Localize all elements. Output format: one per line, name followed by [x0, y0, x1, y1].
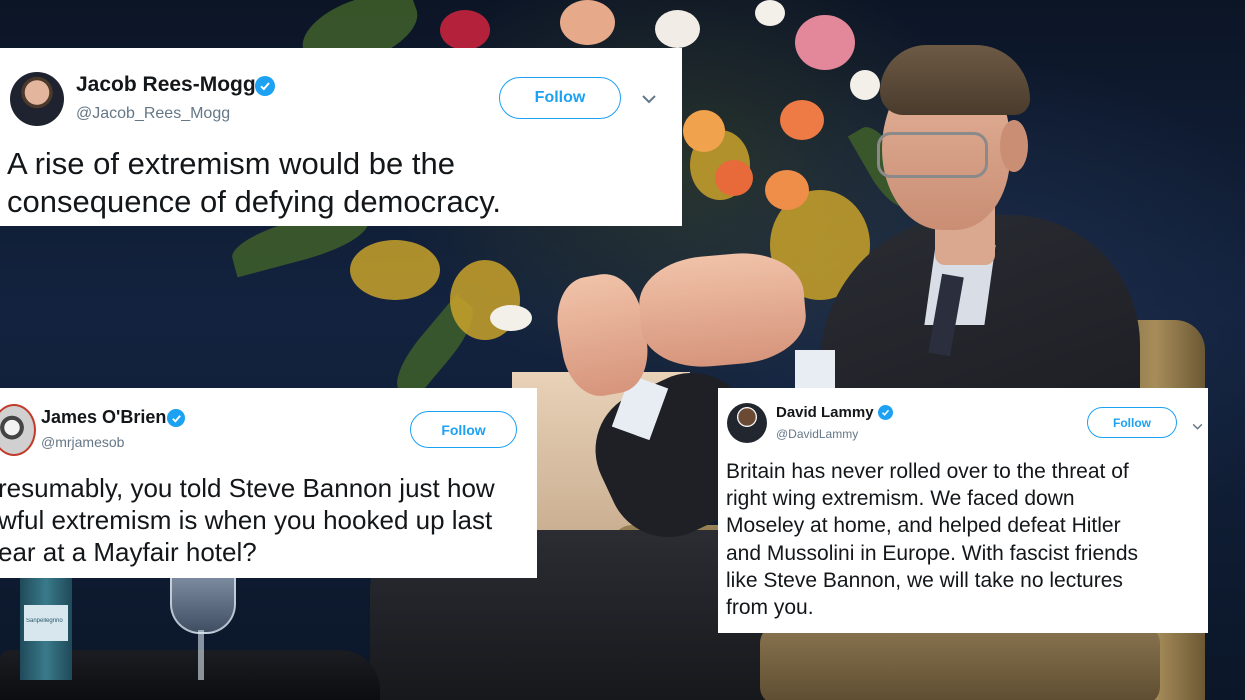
- tweet-author-name[interactable]: James O'Brien: [41, 407, 166, 428]
- tweet-text-line: like Steve Bannon, we will take no lectu…: [726, 569, 1123, 592]
- tweet-card-obrien: James O'Brien @mrjamesob Follow resumabl…: [0, 388, 537, 578]
- tweet-text-line: and Mussolini in Europe. With fascist fr…: [726, 542, 1139, 565]
- tweet-overlays: Jacob Rees-Mogg @Jacob_Rees_Mogg Follow …: [0, 0, 1245, 700]
- avatar[interactable]: [727, 403, 767, 443]
- chevron-down-icon[interactable]: [1191, 418, 1204, 436]
- follow-button[interactable]: Follow: [1087, 407, 1177, 438]
- avatar[interactable]: [10, 72, 64, 126]
- tweet-text-line: A rise of extremism would be the: [7, 146, 455, 181]
- verified-badge-icon: [255, 76, 275, 96]
- tweet-text-line: resumably, you told Steve Bannon just ho…: [0, 473, 495, 503]
- tweet-text-line: from you.: [726, 596, 814, 619]
- follow-button[interactable]: Follow: [499, 77, 621, 119]
- chevron-down-icon[interactable]: [640, 92, 658, 110]
- tweet-author-handle[interactable]: @DavidLammy: [776, 427, 858, 441]
- tweet-author-name[interactable]: David Lammy: [776, 404, 874, 421]
- verified-badge-icon: [878, 405, 893, 420]
- tweet-text-line: Moseley at home, and helped defeat Hitle…: [726, 514, 1121, 537]
- bottle-label-text: Sanpellegrino: [26, 618, 63, 624]
- tweet-text-line: consequence of defying democracy.: [7, 184, 502, 219]
- avatar[interactable]: [0, 404, 36, 456]
- tweet-card-rees-mogg: Jacob Rees-Mogg @Jacob_Rees_Mogg Follow …: [0, 48, 682, 226]
- tweet-author-handle[interactable]: @mrjamesob: [41, 434, 124, 450]
- tweet-text-line: right wing extremism. We faced down: [726, 487, 1075, 510]
- tweet-text-line: Britain has never rolled over to the thr…: [726, 460, 1129, 483]
- tweet-card-lammy: David Lammy @DavidLammy Follow Britain h…: [718, 388, 1208, 633]
- follow-button[interactable]: Follow: [410, 411, 517, 448]
- tweet-author-handle[interactable]: @Jacob_Rees_Mogg: [76, 105, 230, 123]
- tweet-author-name[interactable]: Jacob Rees-Mogg: [76, 73, 256, 97]
- tweet-text-line: ear at a Mayfair hotel?: [0, 537, 257, 567]
- verified-badge-icon: [167, 409, 185, 427]
- tweet-text-line: wful extremism is when you hooked up las…: [0, 505, 493, 535]
